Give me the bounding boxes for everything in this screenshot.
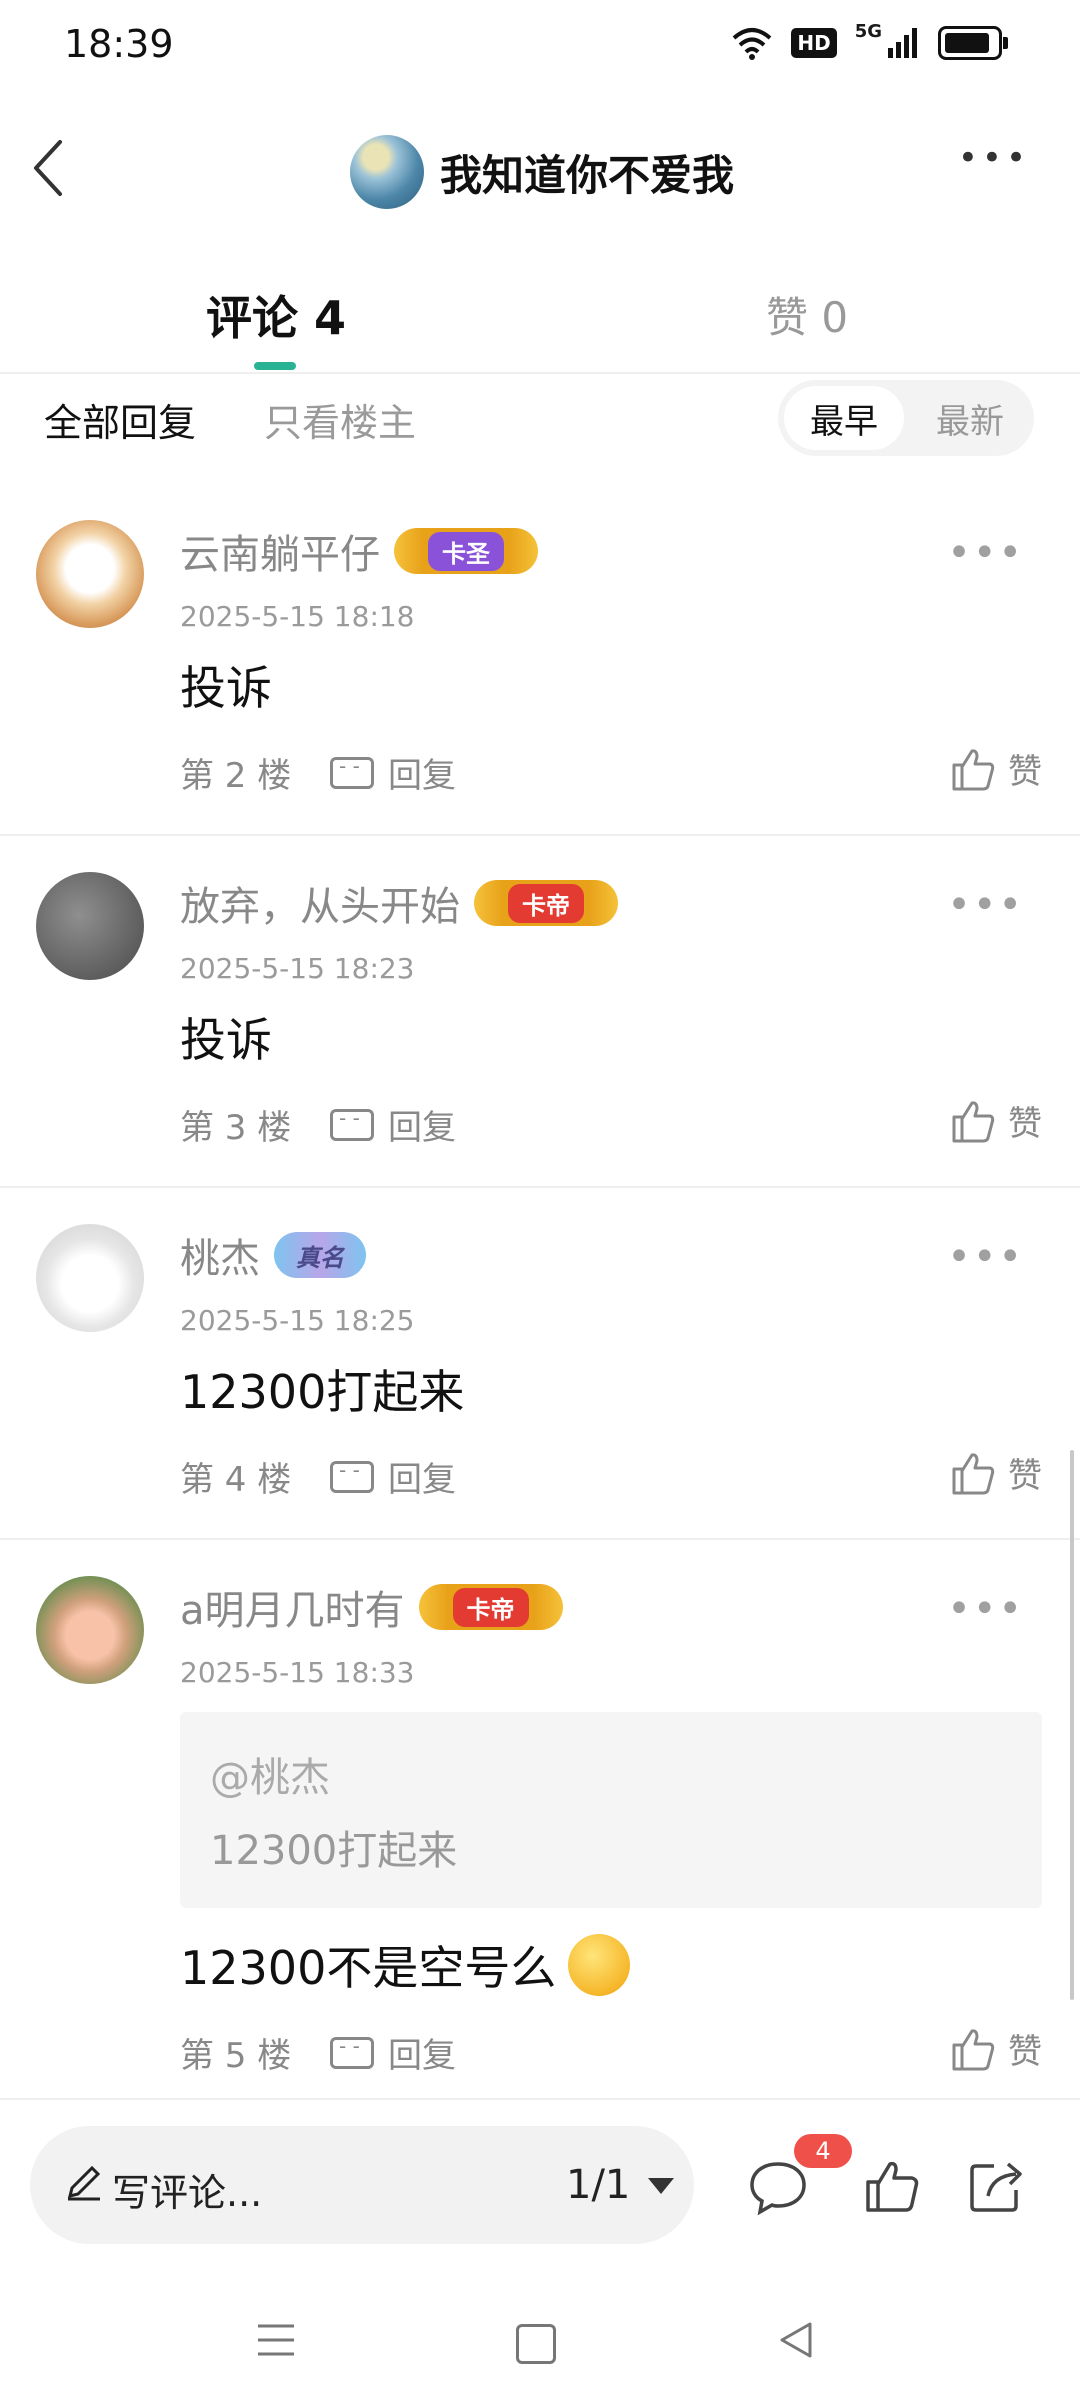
thumb-up-icon <box>952 748 995 790</box>
comment-more-icon[interactable]: ••• <box>947 530 1024 576</box>
comment-more-icon[interactable]: ••• <box>947 882 1024 928</box>
comment-content: 投诉 <box>180 1013 272 1067</box>
username-text: 桃杰 <box>180 1236 260 1282</box>
reply-label: 回复 <box>388 1108 456 1148</box>
reply-icon <box>330 1458 374 1493</box>
reply-icon <box>330 754 374 789</box>
comment-more-icon[interactable]: ••• <box>947 1586 1024 1632</box>
floor-number: 第 2 楼 <box>180 756 292 796</box>
tab-comments[interactable]: 评论 4 <box>206 282 346 348</box>
avatar[interactable] <box>36 520 144 628</box>
level-badge: 卡帝 <box>474 880 618 926</box>
home-icon[interactable] <box>516 2324 556 2364</box>
like-button[interactable]: 赞 <box>950 1448 1042 1497</box>
post-title[interactable]: 我知道你不爱我 <box>350 135 734 209</box>
username-text: 放弃，从头开始 <box>180 884 460 930</box>
author-name: 我知道你不爱我 <box>440 150 735 200</box>
like-label: 赞 <box>1008 1104 1042 1144</box>
avatar[interactable] <box>36 1576 144 1684</box>
smirk-emoji-icon <box>568 1934 631 1996</box>
comment-more-icon[interactable]: ••• <box>947 1234 1024 1280</box>
reply-button[interactable]: 回复 <box>330 748 456 797</box>
share-icon[interactable] <box>966 2156 1026 2216</box>
page-indicator[interactable]: 1/1 <box>566 2162 630 2208</box>
comment-username[interactable]: a明月几时有 卡帝 <box>180 1578 563 1636</box>
like-button[interactable]: 赞 <box>950 744 1042 793</box>
level-badge: 卡帝 <box>418 1584 563 1630</box>
reply-button[interactable]: 回复 <box>330 1100 456 1149</box>
reply-icon <box>330 2034 374 2069</box>
thumb-up-icon <box>952 1100 995 1142</box>
status-time: 18:39 <box>64 22 174 66</box>
reply-label: 回复 <box>388 2036 456 2076</box>
thumb-up-icon <box>952 1452 995 1494</box>
divider <box>0 1538 1080 1540</box>
sort-earliest[interactable]: 最早 <box>784 386 904 450</box>
comment-time: 2025-5-15 18:23 <box>180 952 415 985</box>
filter-owner-only[interactable]: 只看楼主 <box>264 392 416 447</box>
pen-icon <box>64 2162 104 2212</box>
thumb-up-icon[interactable] <box>862 2156 922 2216</box>
reply-button[interactable]: 回复 <box>330 2028 456 2077</box>
like-label: 赞 <box>1008 1456 1042 1496</box>
quote-text: 12300打起来 <box>210 1828 458 1874</box>
tab-indicator <box>254 362 296 370</box>
username-text: 云南躺平仔 <box>180 532 380 578</box>
reply-icon <box>330 1106 374 1141</box>
comment-content: 12300打起来 <box>180 1365 465 1419</box>
divider <box>0 2098 1080 2100</box>
like-label: 赞 <box>1008 2032 1042 2072</box>
divider <box>0 834 1080 836</box>
network-type: 5G <box>854 20 882 42</box>
floor-number: 第 3 楼 <box>180 1108 292 1148</box>
signal-icon <box>888 28 917 58</box>
username-text: a明月几时有 <box>180 1588 405 1634</box>
avatar[interactable] <box>36 1224 144 1332</box>
like-label: 赞 <box>1008 752 1042 792</box>
thumb-up-icon <box>952 2028 995 2070</box>
floor-number: 第 4 楼 <box>180 1460 292 1500</box>
comment-time: 2025-5-15 18:18 <box>180 600 415 633</box>
scrollbar[interactable] <box>1070 1450 1074 2000</box>
comment-time: 2025-5-15 18:25 <box>180 1304 415 1337</box>
wifi-icon <box>733 28 772 60</box>
comment-username[interactable]: 放弃，从头开始 卡帝 <box>180 874 618 932</box>
like-button[interactable]: 赞 <box>950 1096 1042 1145</box>
divider <box>0 372 1080 374</box>
level-badge: 真名 <box>274 1232 366 1278</box>
comment-icon[interactable] <box>748 2158 808 2218</box>
sort-latest[interactable]: 最新 <box>910 386 1030 450</box>
divider <box>0 1186 1080 1188</box>
comment-count-badge: 4 <box>794 2134 852 2168</box>
more-options-icon[interactable]: ••• <box>958 138 1030 178</box>
like-button[interactable]: 赞 <box>950 2024 1042 2073</box>
reply-label: 回复 <box>388 1460 456 1500</box>
comment-content: 12300不是空号么 <box>180 1932 631 1998</box>
floor-number: 第 5 楼 <box>180 2036 292 2076</box>
chevron-down-icon[interactable] <box>648 2178 674 2194</box>
menu-icon[interactable] <box>256 2322 296 2358</box>
comment-username[interactable]: 桃杰 真名 <box>180 1226 366 1284</box>
battery-icon <box>938 26 1008 60</box>
status-icons: HD 5G <box>731 21 1008 60</box>
reply-button[interactable]: 回复 <box>330 1452 456 1501</box>
quote-mention[interactable]: @桃杰 <box>210 1745 330 1803</box>
filter-all-replies[interactable]: 全部回复 <box>44 392 196 447</box>
hd-badge: HD <box>791 28 837 58</box>
comment-time: 2025-5-15 18:33 <box>180 1656 415 1689</box>
author-avatar[interactable] <box>350 135 424 209</box>
comment-content: 投诉 <box>180 661 272 715</box>
reply-label: 回复 <box>388 756 456 796</box>
nav-back-icon[interactable] <box>776 2320 816 2360</box>
level-badge: 卡圣 <box>394 528 538 574</box>
quoted-reply[interactable] <box>180 1712 1042 1908</box>
tab-likes[interactable]: 赞 0 <box>766 284 848 345</box>
comment-username[interactable]: 云南躺平仔 卡圣 <box>180 522 538 580</box>
avatar[interactable] <box>36 872 144 980</box>
back-icon[interactable] <box>30 138 66 198</box>
comment-content-text: 12300不是空号么 <box>180 1941 557 1995</box>
comment-input-label[interactable]: 写评论... <box>112 2162 262 2217</box>
